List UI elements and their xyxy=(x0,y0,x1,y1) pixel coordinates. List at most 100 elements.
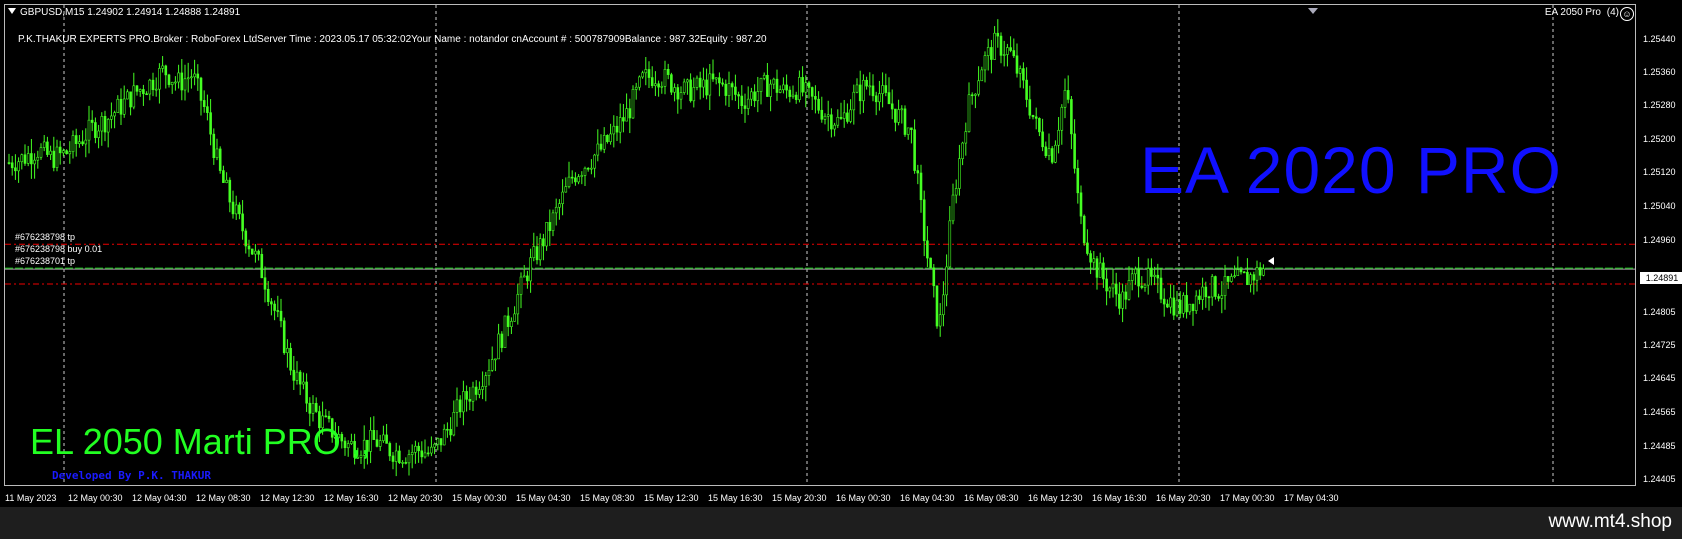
candle xyxy=(202,90,206,113)
candle-body xyxy=(506,315,510,327)
candle-body xyxy=(276,310,280,312)
candle xyxy=(922,190,926,257)
chart-shift-marker-icon[interactable] xyxy=(1308,8,1318,14)
candle-body xyxy=(1162,298,1166,305)
overlay-title-blue: EA 2020 PRO xyxy=(1140,133,1562,207)
candle xyxy=(401,460,404,468)
candle-body xyxy=(196,73,200,79)
candle xyxy=(474,380,478,401)
candle xyxy=(932,264,936,298)
account-info-line: P.K.THAKUR EXPERTS PRO.Broker : RoboFore… xyxy=(18,34,767,45)
candle xyxy=(81,130,84,146)
candle-body xyxy=(650,77,654,86)
candle xyxy=(1172,285,1176,320)
candle-body xyxy=(807,82,811,88)
candle xyxy=(865,76,868,90)
candle-body xyxy=(618,117,622,133)
candle-body xyxy=(433,443,436,448)
candle xyxy=(430,436,433,457)
candle xyxy=(442,424,446,446)
candle-body xyxy=(698,77,702,88)
candle-body xyxy=(97,130,100,138)
candle-body xyxy=(1255,267,1259,281)
candle-body xyxy=(708,73,712,96)
candle-body xyxy=(273,303,276,311)
candle-body xyxy=(164,65,168,76)
candle-body xyxy=(71,135,75,153)
candle xyxy=(228,177,232,213)
candle-body xyxy=(1146,268,1150,286)
candle-body xyxy=(158,68,161,90)
candle-body xyxy=(30,153,33,165)
candle xyxy=(727,71,731,107)
candle xyxy=(286,339,289,368)
candle-body xyxy=(52,150,56,168)
smiley-icon[interactable]: ☺ xyxy=(1620,7,1634,21)
candle-body xyxy=(1249,274,1252,286)
time-tick: 16 May 16:30 xyxy=(1092,493,1147,503)
time-tick: 15 May 04:30 xyxy=(516,493,571,503)
candle-body xyxy=(564,186,568,193)
candle xyxy=(449,417,452,442)
candle-body xyxy=(714,77,718,80)
chart-window[interactable]: GBPUSD,M15 1.24902 1.24914 1.24888 1.248… xyxy=(4,4,1682,503)
candle xyxy=(1108,286,1112,299)
candle xyxy=(1182,292,1185,318)
candle-body xyxy=(225,179,228,183)
candle xyxy=(513,306,516,322)
candle xyxy=(686,78,689,95)
candle xyxy=(1022,62,1025,89)
candle xyxy=(1166,299,1169,309)
candle-body xyxy=(734,86,737,95)
candle xyxy=(993,26,996,60)
candle xyxy=(551,209,555,237)
candle-body xyxy=(903,108,907,135)
candle-body xyxy=(311,403,315,414)
candle xyxy=(302,372,305,390)
price-tick: 1.25280 xyxy=(1643,100,1676,110)
candle-body xyxy=(103,116,107,133)
candle xyxy=(1175,290,1179,318)
candle xyxy=(609,123,612,145)
candle-body xyxy=(762,74,766,79)
candle xyxy=(452,400,456,437)
candle-body xyxy=(510,320,513,327)
candle xyxy=(263,266,267,303)
candle-body xyxy=(1002,54,1006,56)
price-tick: 1.24405 xyxy=(1643,474,1676,484)
candle-body xyxy=(190,76,193,79)
candle xyxy=(814,85,817,114)
candle-body xyxy=(142,89,145,95)
trade-label-tp-lower[interactable]: #676238701 tp xyxy=(15,256,75,266)
candle-body xyxy=(279,310,283,322)
candle-body xyxy=(474,386,478,395)
candle xyxy=(1191,303,1195,326)
trade-label-entry[interactable]: #676238798 buy 0.01 xyxy=(15,244,102,254)
candle xyxy=(394,442,398,477)
candle-body xyxy=(673,87,676,93)
candle-body xyxy=(1153,274,1156,277)
collapse-triangle-icon[interactable] xyxy=(8,8,16,14)
candle xyxy=(775,69,779,101)
candle-body xyxy=(1105,278,1108,292)
candle xyxy=(295,361,299,385)
candle-body xyxy=(1118,293,1121,309)
candle xyxy=(590,159,593,175)
expert-advisor-name[interactable]: EA 2050 Pro xyxy=(1545,7,1601,18)
candle xyxy=(906,127,910,140)
candle xyxy=(388,441,392,461)
candle xyxy=(1002,40,1006,67)
candle-body xyxy=(1009,47,1012,51)
candle xyxy=(737,91,740,110)
candle-body xyxy=(727,83,731,96)
candle xyxy=(849,99,852,124)
candle xyxy=(49,145,52,161)
candle-body xyxy=(730,83,734,88)
candle-body xyxy=(666,69,670,75)
trade-label-tp-upper[interactable]: #676238798 tp xyxy=(15,232,75,242)
candle xyxy=(289,342,292,376)
candle-body xyxy=(1095,258,1099,278)
candle xyxy=(1047,133,1051,161)
candle xyxy=(788,86,792,103)
candle-body xyxy=(94,122,97,138)
